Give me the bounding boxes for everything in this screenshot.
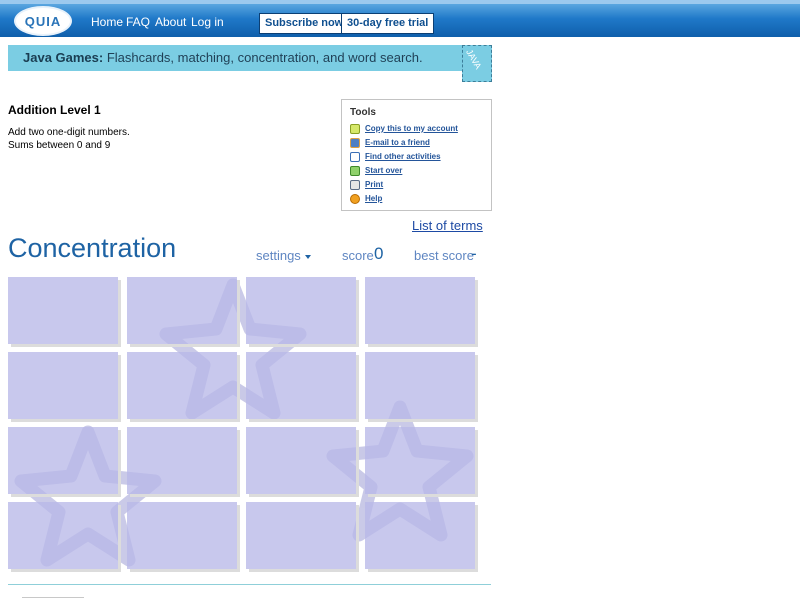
nav-faq-link[interactable]: FAQ (126, 15, 150, 29)
nav-about-link[interactable]: About (155, 15, 186, 29)
email-friend-link[interactable]: E-mail to a friend (350, 138, 430, 151)
logo-text: QUIA (24, 14, 62, 29)
help-link[interactable]: Help (350, 194, 382, 207)
memory-card[interactable] (365, 352, 475, 419)
banner-title: Java Games: (23, 50, 104, 65)
free-trial-button[interactable]: 30-day free trial (341, 13, 435, 34)
tool-label: Find other activities (365, 152, 441, 162)
footer-divider (8, 584, 491, 585)
activity-description-line-1: Add two one-digit numbers. (8, 127, 130, 138)
java-games-banner: Java Games: Flashcards, matching, concen… (8, 45, 463, 71)
score-label: score (342, 248, 374, 263)
nav-home-link[interactable]: Home (91, 15, 123, 29)
activity-description: Add two one-digit numbers. Sums between … (8, 126, 130, 152)
memory-card[interactable] (8, 352, 118, 419)
copy-to-account-link[interactable]: Copy this to my account (350, 124, 458, 137)
subscribe-button[interactable]: Subscribe now (259, 13, 350, 34)
find-activities-link[interactable]: Find other activities (350, 152, 441, 165)
list-of-terms-link[interactable]: List of terms (412, 218, 483, 233)
activity-title: Addition Level 1 (8, 103, 101, 117)
game-title: Concentration (8, 233, 177, 263)
memory-card[interactable] (8, 277, 118, 344)
top-nav-bar: QUIA Home FAQ About Log in Subscribe now… (0, 0, 800, 37)
banner-subtitle: Flashcards, matching, concentration, and… (103, 50, 423, 65)
memory-card[interactable] (127, 427, 237, 494)
memory-card[interactable] (246, 277, 356, 344)
chevron-down-icon (304, 254, 311, 259)
settings-dropdown[interactable]: settings (256, 248, 311, 263)
email-icon (350, 138, 360, 148)
memory-card[interactable] (246, 352, 356, 419)
print-icon (350, 180, 360, 190)
score-value: 0 (374, 244, 384, 263)
memory-card[interactable] (365, 427, 475, 494)
memory-card[interactable] (246, 427, 356, 494)
activity-description-line-2: Sums between 0 and 9 (8, 140, 111, 151)
best-score-label: best score (414, 248, 474, 263)
tool-label: Start over (365, 166, 403, 176)
nav-login-link[interactable]: Log in (191, 15, 224, 29)
copy-icon (350, 124, 360, 134)
memory-card[interactable] (8, 427, 118, 494)
print-link[interactable]: Print (350, 180, 383, 193)
restart-icon (350, 166, 360, 176)
bottom-tab (22, 597, 84, 601)
tools-title: Tools (350, 107, 376, 118)
memory-card[interactable] (246, 502, 356, 569)
memory-card[interactable] (8, 502, 118, 569)
concentration-board (8, 277, 480, 573)
memory-card[interactable] (127, 352, 237, 419)
help-icon (350, 194, 360, 204)
memory-card[interactable] (127, 502, 237, 569)
settings-label: settings (256, 248, 301, 263)
memory-card[interactable] (127, 277, 237, 344)
java-badge-text: JAVA (464, 47, 484, 71)
memory-card[interactable] (365, 502, 475, 569)
java-badge-icon: JAVA (462, 45, 492, 82)
memory-card[interactable] (365, 277, 475, 344)
best-score-value: - (471, 244, 477, 263)
start-over-link[interactable]: Start over (350, 166, 402, 179)
tool-label: Print (365, 180, 384, 190)
tool-label: Help (365, 194, 383, 204)
quia-logo[interactable]: QUIA (14, 6, 72, 36)
tool-label: Copy this to my account (365, 124, 458, 134)
tools-panel: Tools Copy this to my account E-mail to … (341, 99, 492, 211)
tool-label: E-mail to a friend (365, 138, 430, 148)
search-icon (350, 152, 360, 162)
